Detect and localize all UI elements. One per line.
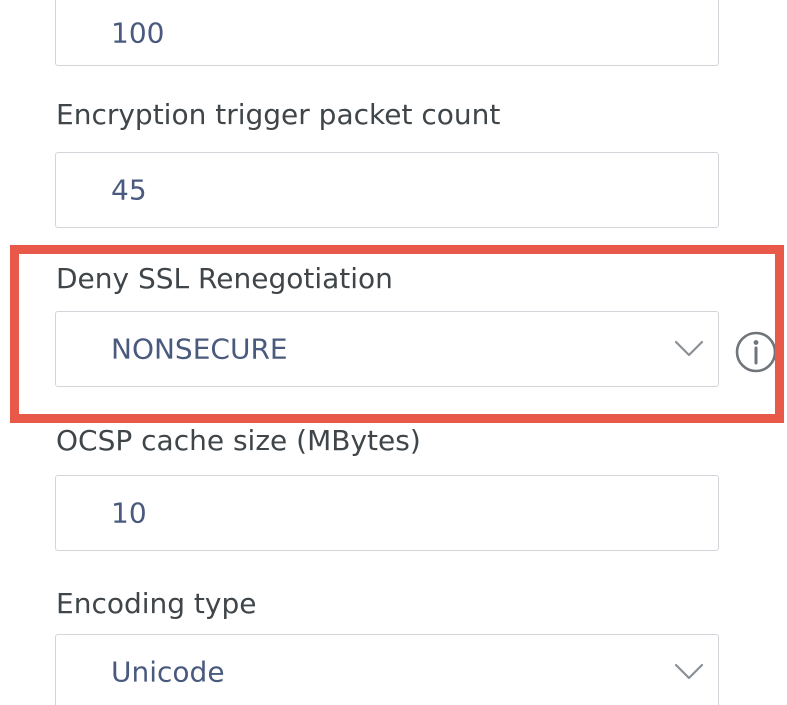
chevron-down-icon (674, 340, 704, 357)
ocsp-cache-size-input[interactable]: 10 (55, 475, 719, 551)
info-icon[interactable] (734, 330, 778, 374)
encoding-type-label: Encoding type (56, 587, 257, 620)
encryption-trigger-packet-count-label: Encryption trigger packet count (56, 98, 501, 131)
deny-ssl-renegotiation-select[interactable]: NONSECURE (55, 311, 719, 387)
encryption-trigger-packet-count-input[interactable]: 45 (55, 152, 719, 228)
ocsp-cache-size-label: OCSP cache size (MBytes) (56, 424, 421, 457)
ocsp-cache-size-value: 10 (111, 496, 147, 530)
deny-ssl-renegotiation-value: NONSECURE (111, 332, 288, 366)
previous-field-value: 100 (111, 16, 165, 50)
encoding-type-value: Unicode (111, 655, 225, 689)
deny-ssl-renegotiation-label: Deny SSL Renegotiation (56, 262, 393, 295)
encryption-trigger-packet-count-value: 45 (111, 173, 147, 207)
encoding-type-select[interactable]: Unicode (55, 634, 719, 705)
ssl-profile-form: 100 Encryption trigger packet count 45 D… (0, 0, 787, 705)
previous-field-input[interactable]: 100 (55, 0, 719, 66)
chevron-down-icon (674, 663, 704, 680)
